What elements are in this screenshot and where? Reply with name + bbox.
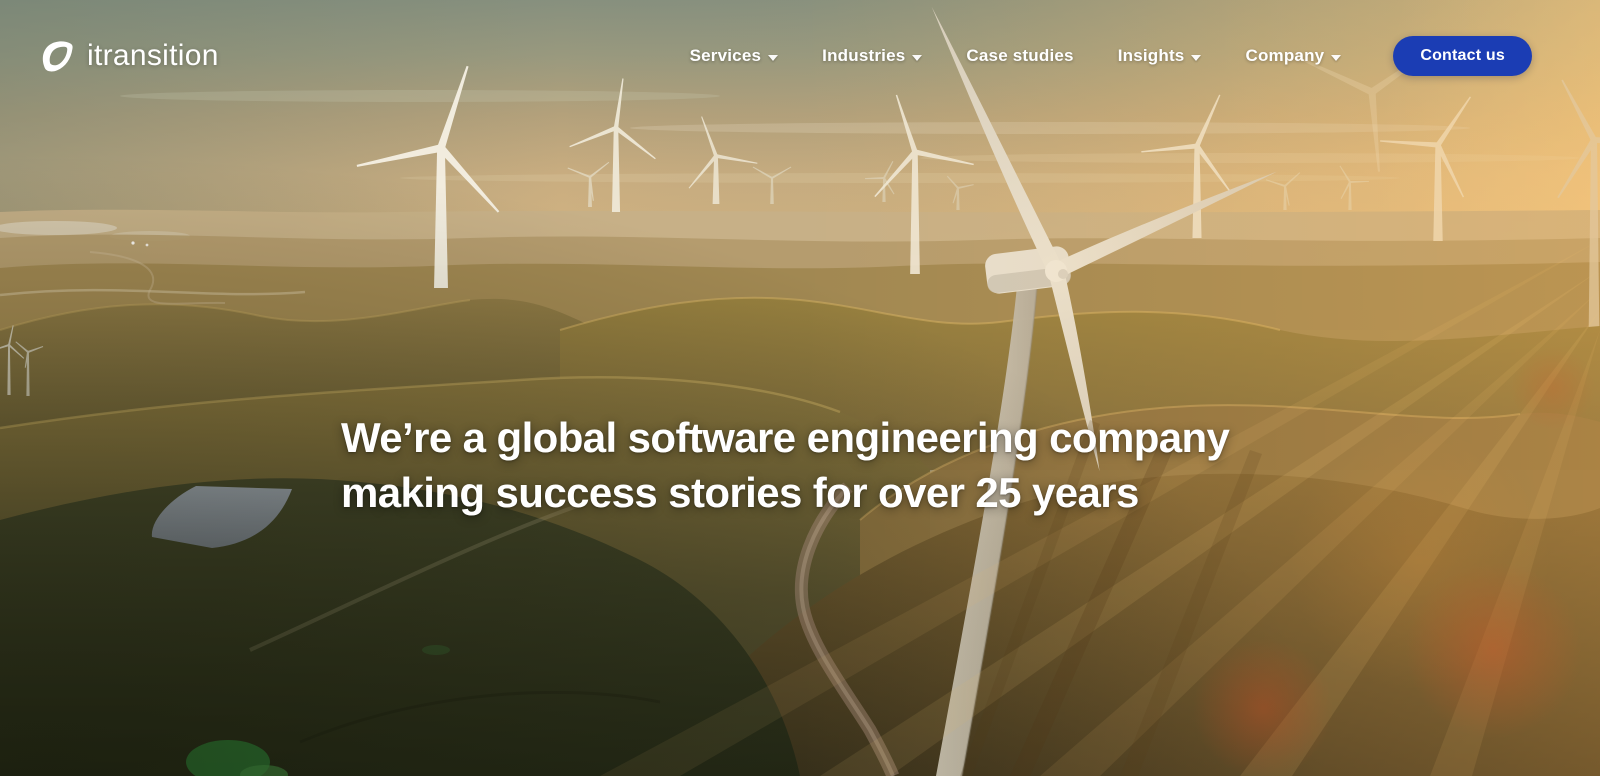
nav-label: Company	[1245, 46, 1325, 65]
page: itransition Services Industries Case stu…	[0, 0, 1600, 776]
hero-heading-line1: We’re a global software engineering comp…	[341, 414, 1230, 461]
nav-item-services[interactable]: Services	[690, 46, 779, 66]
nav-item-case-studies[interactable]: Case studies	[966, 46, 1073, 66]
nav-item-company[interactable]: Company	[1245, 46, 1342, 66]
nav-label: Case studies	[966, 46, 1074, 65]
chevron-down-icon	[1331, 54, 1342, 61]
itransition-leaf-logo-icon	[42, 40, 73, 72]
nav-label: Industries	[822, 46, 906, 65]
hero-background-video	[0, 0, 1600, 776]
hero-heading-line2: making success stories for over 25 years	[341, 469, 1139, 516]
nav-label: Insights	[1117, 46, 1185, 65]
main-nav: Services Industries Case studies Insight…	[690, 36, 1532, 76]
nav-item-insights[interactable]: Insights	[1118, 46, 1202, 66]
nav-label: Services	[689, 46, 762, 65]
site-header: itransition Services Industries Case stu…	[0, 0, 1600, 112]
chevron-down-icon	[1191, 54, 1202, 61]
chevron-down-icon	[912, 54, 923, 61]
contact-us-button[interactable]: Contact us	[1393, 36, 1532, 76]
brand-name: itransition	[87, 39, 219, 72]
hero-heading: We’re a global software engineering comp…	[341, 410, 1230, 520]
itransition-logo[interactable]: itransition	[38, 38, 219, 75]
chevron-down-icon	[768, 54, 779, 61]
nav-item-industries[interactable]: Industries	[822, 46, 923, 66]
